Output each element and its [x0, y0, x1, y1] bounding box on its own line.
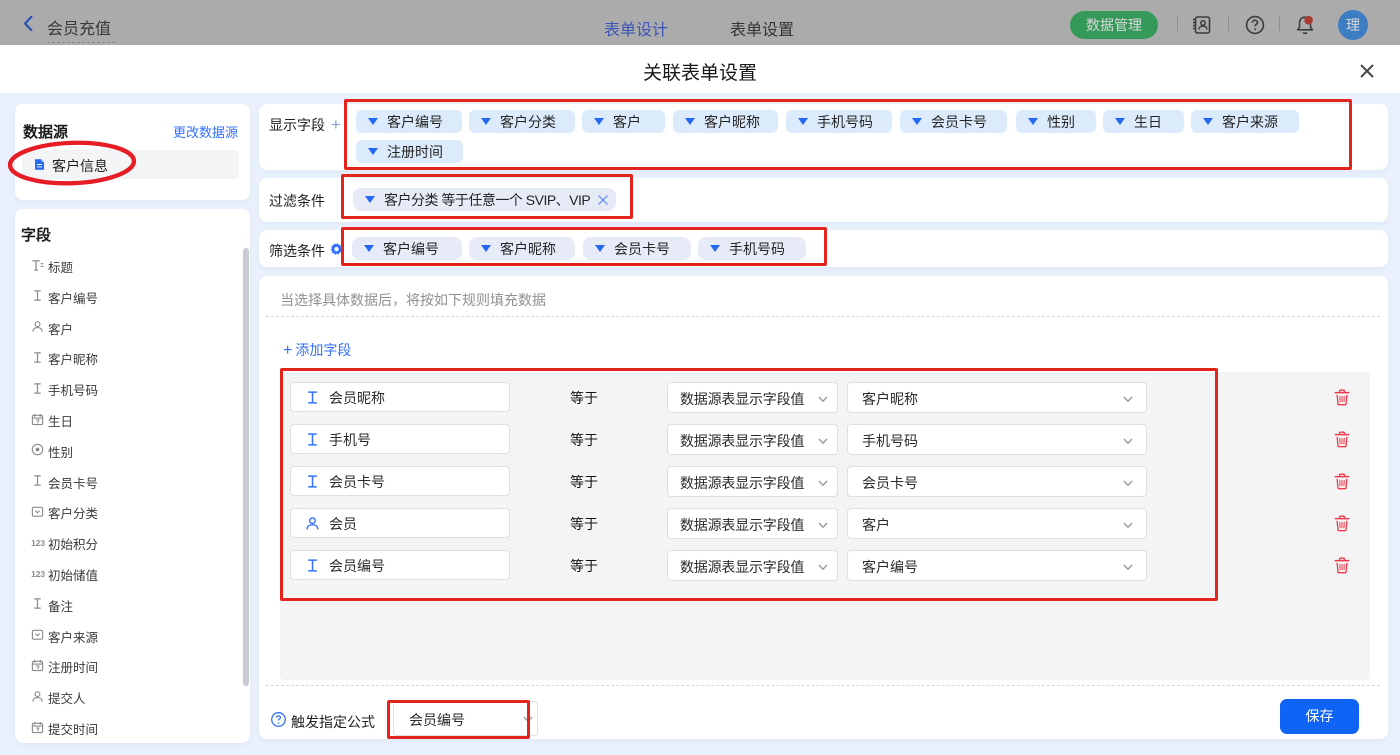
svg-text:123: 123 — [31, 538, 45, 548]
svg-text:123: 123 — [31, 569, 45, 579]
